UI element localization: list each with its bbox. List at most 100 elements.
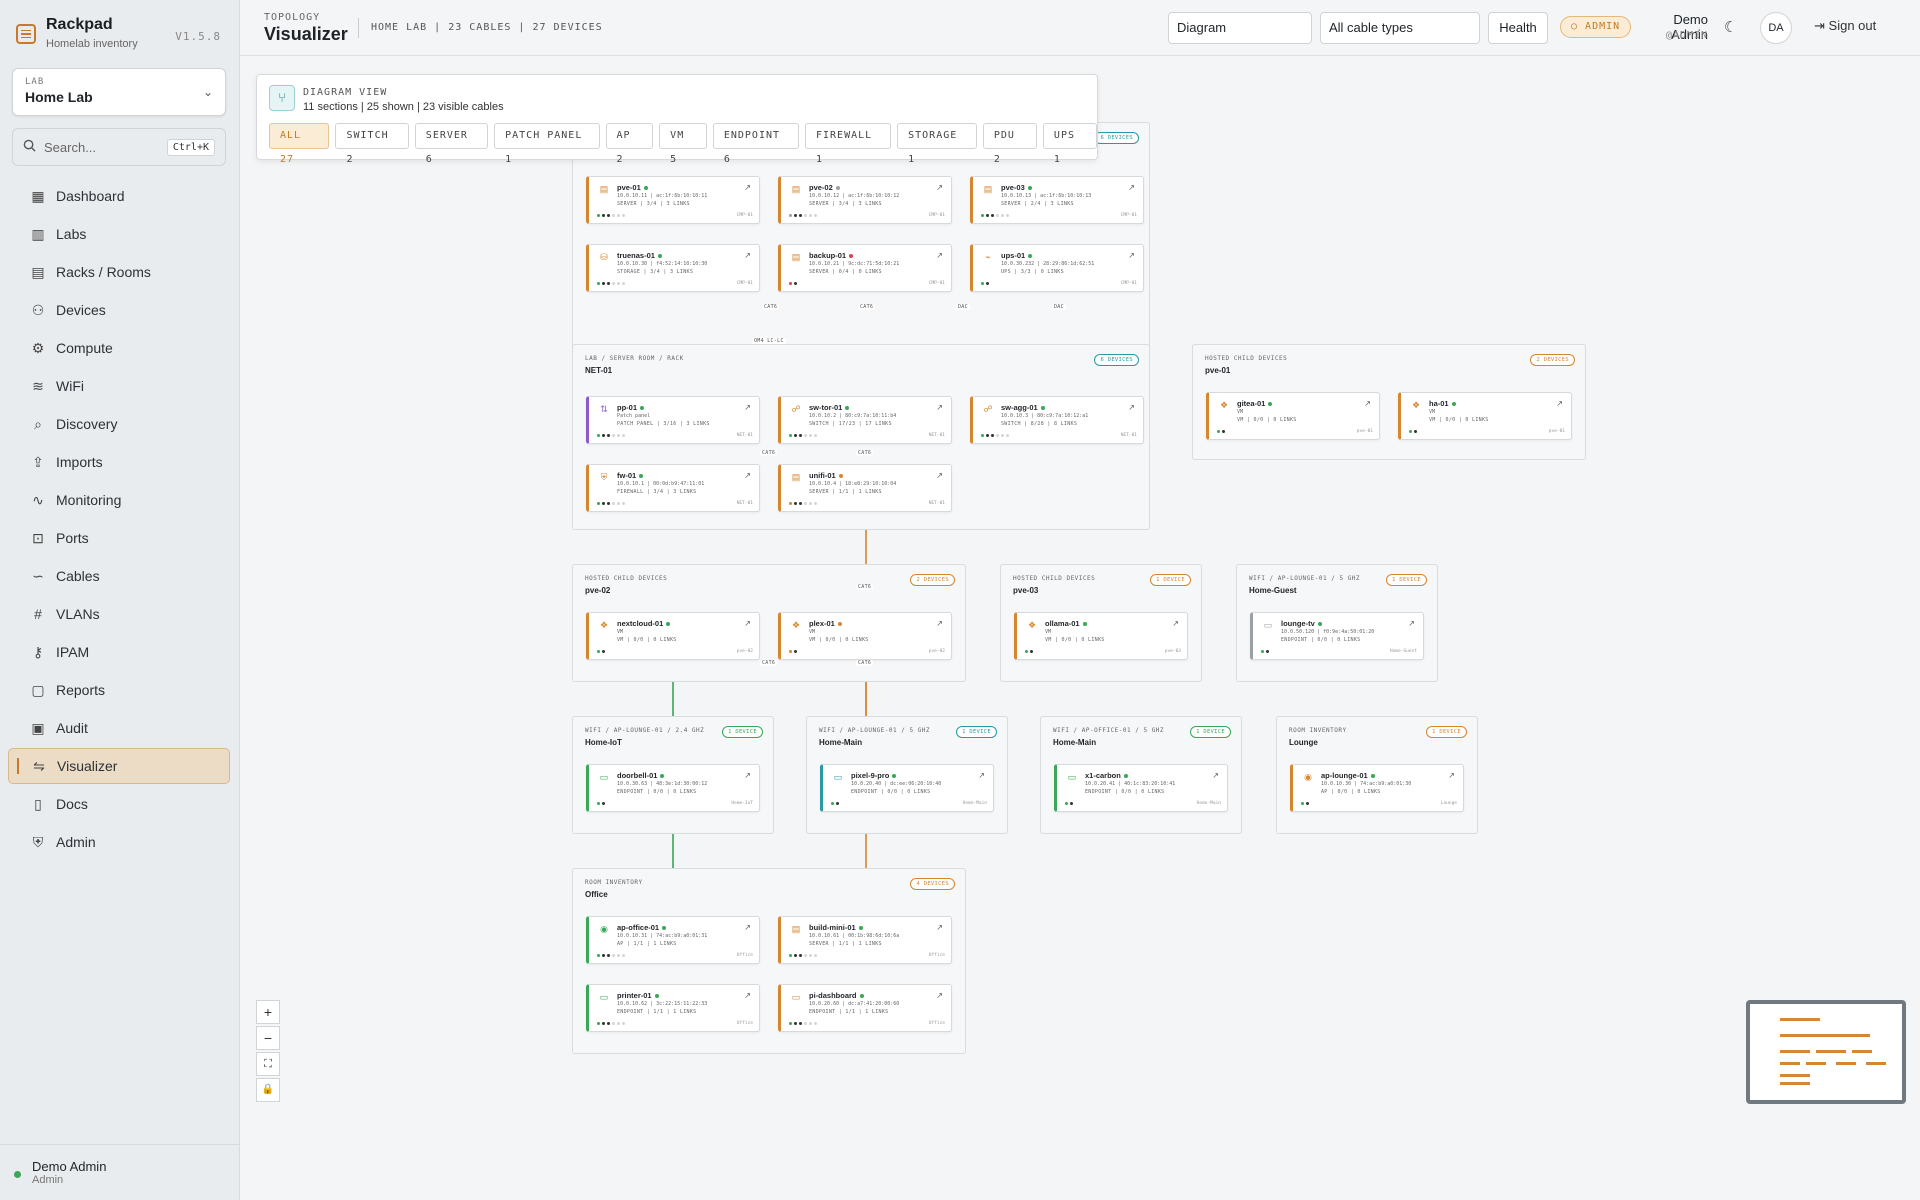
open-external-icon[interactable]: ↗ <box>744 991 751 1000</box>
device-card[interactable]: ❖ ollama-01 VM VM | 0/0 | 0 LINKS pve-03 ↗ <box>1014 612 1188 660</box>
device-card[interactable]: ▭ printer-01 10.0.10.62 | 3c:22:15:11:22:3… <box>586 984 760 1032</box>
device-card[interactable]: ⛨ fw-01 10.0.10.1 | 00:0d:b9:47:11:01 FIREW… <box>586 464 760 512</box>
minimap[interactable] <box>1746 1000 1906 1104</box>
device-card[interactable]: ❖ nextcloud-01 VM VM | 0/0 | 0 LINKS pve-02 ↗ <box>586 612 760 660</box>
open-external-icon[interactable]: ↗ <box>1556 399 1563 408</box>
open-external-icon[interactable]: ↗ <box>744 923 751 932</box>
open-external-icon[interactable]: ↗ <box>978 771 985 780</box>
sidebar-item-vlans[interactable]: # VLANs <box>8 596 230 632</box>
sidebar-item-monitoring[interactable]: ∿ Monitoring <box>8 482 230 518</box>
sidebar-item-cables[interactable]: ∽ Cables <box>8 558 230 594</box>
sidebar-item-labs[interactable]: ▥ Labs <box>8 216 230 252</box>
device-card[interactable]: ◉ ap-lounge-01 10.0.10.30 | 74:ac:b9:a0:01… <box>1290 764 1464 812</box>
device-card[interactable]: ☍ sw-tor-01 10.0.10.2 | 80:c9:7a:10:11:b4 S… <box>778 396 952 444</box>
view-mode-select[interactable]: Diagram <box>1168 12 1312 44</box>
open-external-icon[interactable]: ↗ <box>1408 619 1415 628</box>
sidebar-item-ports[interactable]: ⊡ Ports <box>8 520 230 556</box>
sidebar-item-compute[interactable]: ⚙ Compute <box>8 330 230 366</box>
open-external-icon[interactable]: ↗ <box>1128 251 1135 260</box>
sidebar-item-audit[interactable]: ▣ Audit <box>8 710 230 746</box>
port-dot <box>981 282 984 285</box>
device-card[interactable]: ❖ ha-01 VM VM | 0/0 | 0 LINKS pve-01 ↗ <box>1398 392 1572 440</box>
sidebar-item-label: Imports <box>56 454 103 470</box>
device-card[interactable]: ▤ pve-02 10.0.10.12 | ac:1f:6b:10:10:12 SER… <box>778 176 952 224</box>
device-location: NET-01 <box>928 433 945 438</box>
search-input[interactable]: Search... Ctrl+K <box>12 128 226 166</box>
filter-chip[interactable]: ALL 27 <box>269 123 330 165</box>
device-card[interactable]: ▤ build-mini-01 10.0.10.61 | 00:1b:98:6d:1… <box>778 916 952 964</box>
filter-chip[interactable]: AP 2 <box>605 123 654 165</box>
filter-chip[interactable]: SWITCH 2 <box>335 123 409 165</box>
sidebar-item-visualizer[interactable]: ⇋ Visualizer <box>8 748 230 784</box>
open-external-icon[interactable]: ↗ <box>744 619 751 628</box>
open-external-icon[interactable]: ↗ <box>936 471 943 480</box>
device-card[interactable]: ◉ ap-office-01 10.0.10.31 | 74:ac:b9:a0:01… <box>586 916 760 964</box>
lock-view-button[interactable]: 🔒 <box>256 1078 280 1102</box>
sidebar-item-ipam[interactable]: ⚷ IPAM <box>8 634 230 670</box>
cable-type-select[interactable]: All cable types <box>1320 12 1480 44</box>
filter-chip[interactable]: ENDPOINT 6 <box>712 123 799 165</box>
open-external-icon[interactable]: ↗ <box>1172 619 1179 628</box>
device-card[interactable]: ❖ plex-01 VM VM | 0/0 | 0 LINKS pve-02 ↗ <box>778 612 952 660</box>
open-external-icon[interactable]: ↗ <box>744 183 751 192</box>
device-card[interactable]: ▤ unifi-01 10.0.10.4 | 18:e8:29:10:10:04 SE… <box>778 464 952 512</box>
sign-out-button[interactable]: ⇥ Sign out <box>1814 18 1876 34</box>
open-external-icon[interactable]: ↗ <box>1128 403 1135 412</box>
open-external-icon[interactable]: ↗ <box>1448 771 1455 780</box>
open-external-icon[interactable]: ↗ <box>936 991 943 1000</box>
device-card[interactable]: ▤ backup-01 10.0.10.21 | 9c:dc:71:5d:10:21… <box>778 244 952 292</box>
zoom-out-button[interactable]: − <box>256 1026 280 1050</box>
device-card[interactable]: ▭ pixel-9-pro 10.0.20.40 | dc:ee:06:20:10:… <box>820 764 994 812</box>
sidebar-item-imports[interactable]: ⇪ Imports <box>8 444 230 480</box>
open-external-icon[interactable]: ↗ <box>744 771 751 780</box>
sidebar-item-reports[interactable]: ▢ Reports <box>8 672 230 708</box>
sidebar-item-wifi[interactable]: ≋ WiFi <box>8 368 230 404</box>
device-card[interactable]: ▭ lounge-tv 10.0.50.120 | f0:9e:4a:50:01:2… <box>1250 612 1424 660</box>
port-dot <box>602 1022 605 1025</box>
filter-chip[interactable]: SERVER 6 <box>414 123 489 165</box>
device-card[interactable]: ⌁ ups-01 10.0.30.232 | 28:29:86:1d:62:51 UP… <box>970 244 1144 292</box>
filter-chip[interactable]: FIREWALL 1 <box>804 123 892 165</box>
open-external-icon[interactable]: ↗ <box>936 183 943 192</box>
open-external-icon[interactable]: ↗ <box>1212 771 1219 780</box>
port-dot <box>1261 650 1264 653</box>
filter-chip[interactable]: VM 5 <box>659 123 707 165</box>
open-external-icon[interactable]: ↗ <box>936 251 943 260</box>
sidebar-item-racks-rooms[interactable]: ▤ Racks / Rooms <box>8 254 230 290</box>
device-card[interactable]: ▤ pve-01 10.0.10.11 | ac:1f:6b:10:10:11 SER… <box>586 176 760 224</box>
open-external-icon[interactable]: ↗ <box>936 923 943 932</box>
device-card[interactable]: ▤ pve-03 10.0.10.13 | ac:1f:6b:10:10:13 SER… <box>970 176 1144 224</box>
sidebar-item-dashboard[interactable]: ▦ Dashboard <box>8 178 230 214</box>
filter-chip[interactable]: UPS 1 <box>1042 123 1097 165</box>
device-card[interactable]: ⇅ pp-01 Patch panel PATCH PANEL | 3/16 | 3 … <box>586 396 760 444</box>
topology-canvas[interactable]: 6 DEVICES LAB / SERVER ROOM / RACK NET-01 6… <box>240 56 1920 1120</box>
open-external-icon[interactable]: ↗ <box>744 403 751 412</box>
open-external-icon[interactable]: ↗ <box>936 619 943 628</box>
brand[interactable]: Rackpad Homelab inventory <box>16 16 138 50</box>
device-card[interactable]: ☍ sw-agg-01 10.0.10.3 | 80:c9:7a:10:12:a1 S… <box>970 396 1144 444</box>
device-card[interactable]: ▭ x1-carbon 10.0.20.41 | 40:1c:83:20:10:41… <box>1054 764 1228 812</box>
sidebar-item-docs[interactable]: ▯ Docs <box>8 786 230 822</box>
sidebar-item-admin[interactable]: ⛨ Admin <box>8 824 230 860</box>
filter-chip[interactable]: STORAGE 1 <box>897 123 977 165</box>
theme-toggle-moon-icon[interactable]: ☾ <box>1724 18 1737 36</box>
lab-selector[interactable]: LAB Home Lab ⌄ <box>12 68 226 116</box>
device-card[interactable]: ▭ doorbell-01 10.0.30.63 | 48:3e:1d:30:00:… <box>586 764 760 812</box>
device-card[interactable]: ❖ gitea-01 VM VM | 0/0 | 0 LINKS pve-01 ↗ <box>1206 392 1380 440</box>
avatar[interactable]: DA <box>1760 12 1792 44</box>
open-external-icon[interactable]: ↗ <box>936 403 943 412</box>
device-card[interactable]: ▭ pi-dashboard 10.0.20.60 | dc:a7:41:20:00… <box>778 984 952 1032</box>
device-card[interactable]: ⛁ truenas-01 10.0.10.30 | f4:52:14:10:10:3… <box>586 244 760 292</box>
zoom-in-button[interactable]: + <box>256 1000 280 1024</box>
sidebar-item-devices[interactable]: ⚇ Devices <box>8 292 230 328</box>
open-external-icon[interactable]: ↗ <box>744 251 751 260</box>
open-external-icon[interactable]: ↗ <box>1128 183 1135 192</box>
sidebar-user[interactable]: Demo Admin Admin <box>0 1144 240 1200</box>
sidebar-item-discovery[interactable]: ⌕ Discovery <box>8 406 230 442</box>
fit-view-button[interactable]: ⛶ <box>256 1052 280 1076</box>
health-button[interactable]: Health <box>1488 12 1548 44</box>
filter-chip[interactable]: PDU 2 <box>982 123 1037 165</box>
open-external-icon[interactable]: ↗ <box>744 471 751 480</box>
open-external-icon[interactable]: ↗ <box>1364 399 1371 408</box>
filter-chip[interactable]: PATCH PANEL 1 <box>494 123 600 165</box>
